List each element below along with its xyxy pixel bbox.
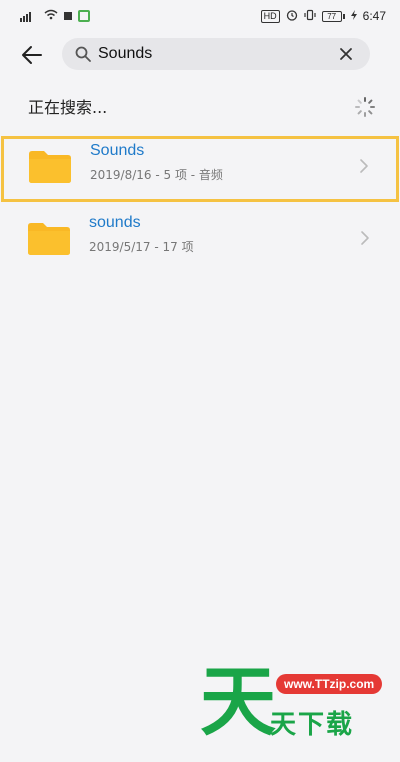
search-results-list: Sounds 2019/8/16 - 5 项 - 音频 sounds 2019/…: [0, 136, 400, 274]
close-icon: [340, 48, 352, 60]
result-meta: 2019/5/17 - 17 项: [89, 240, 194, 254]
result-name: sounds: [89, 214, 141, 231]
status-right: HD 77 6:47: [260, 9, 386, 24]
status-left: [20, 9, 90, 23]
watermark-sub-text: 天下载: [270, 710, 355, 740]
loading-spinner-icon: [355, 97, 375, 117]
searching-label: 正在搜索...: [28, 98, 108, 117]
watermark-url: www.TTzip.com: [276, 674, 383, 694]
search-icon: [74, 45, 92, 63]
signal-icon: [20, 10, 38, 22]
clock-time: 6:47: [362, 9, 386, 23]
vibrate-icon: [304, 9, 316, 24]
result-item[interactable]: sounds 2019/5/17 - 17 项: [0, 208, 400, 274]
alarm-icon: [286, 9, 298, 24]
wifi-icon: [44, 9, 58, 23]
result-item[interactable]: Sounds 2019/8/16 - 5 项 - 音频: [1, 136, 399, 202]
result-meta: 2019/8/16 - 5 项 - 音频: [90, 168, 223, 182]
watermark-logo: 天 www.TTzip.com 天下载: [200, 664, 390, 754]
search-box[interactable]: [62, 38, 370, 70]
charging-icon: [350, 9, 357, 23]
watermark-big-char: 天: [200, 657, 276, 746]
chevron-right-icon: [360, 159, 368, 173]
folder-icon: [28, 223, 70, 255]
chevron-right-icon: [361, 231, 369, 245]
hd-badge: HD: [260, 9, 280, 23]
back-button[interactable]: [16, 40, 48, 70]
search-status-row: 正在搜索...: [0, 88, 400, 124]
search-input[interactable]: [92, 39, 334, 69]
search-toolbar: [0, 32, 400, 78]
result-name: Sounds: [90, 142, 145, 159]
arrow-left-icon: [22, 46, 42, 64]
app-notification-icon: [78, 10, 90, 22]
battery-level: 77: [321, 10, 342, 22]
status-bar: HD 77 6:47: [0, 0, 400, 32]
battery-icon: 77: [321, 10, 345, 22]
notification-square-icon: [64, 12, 72, 20]
clear-search-button[interactable]: [334, 42, 358, 66]
folder-icon: [29, 151, 71, 183]
